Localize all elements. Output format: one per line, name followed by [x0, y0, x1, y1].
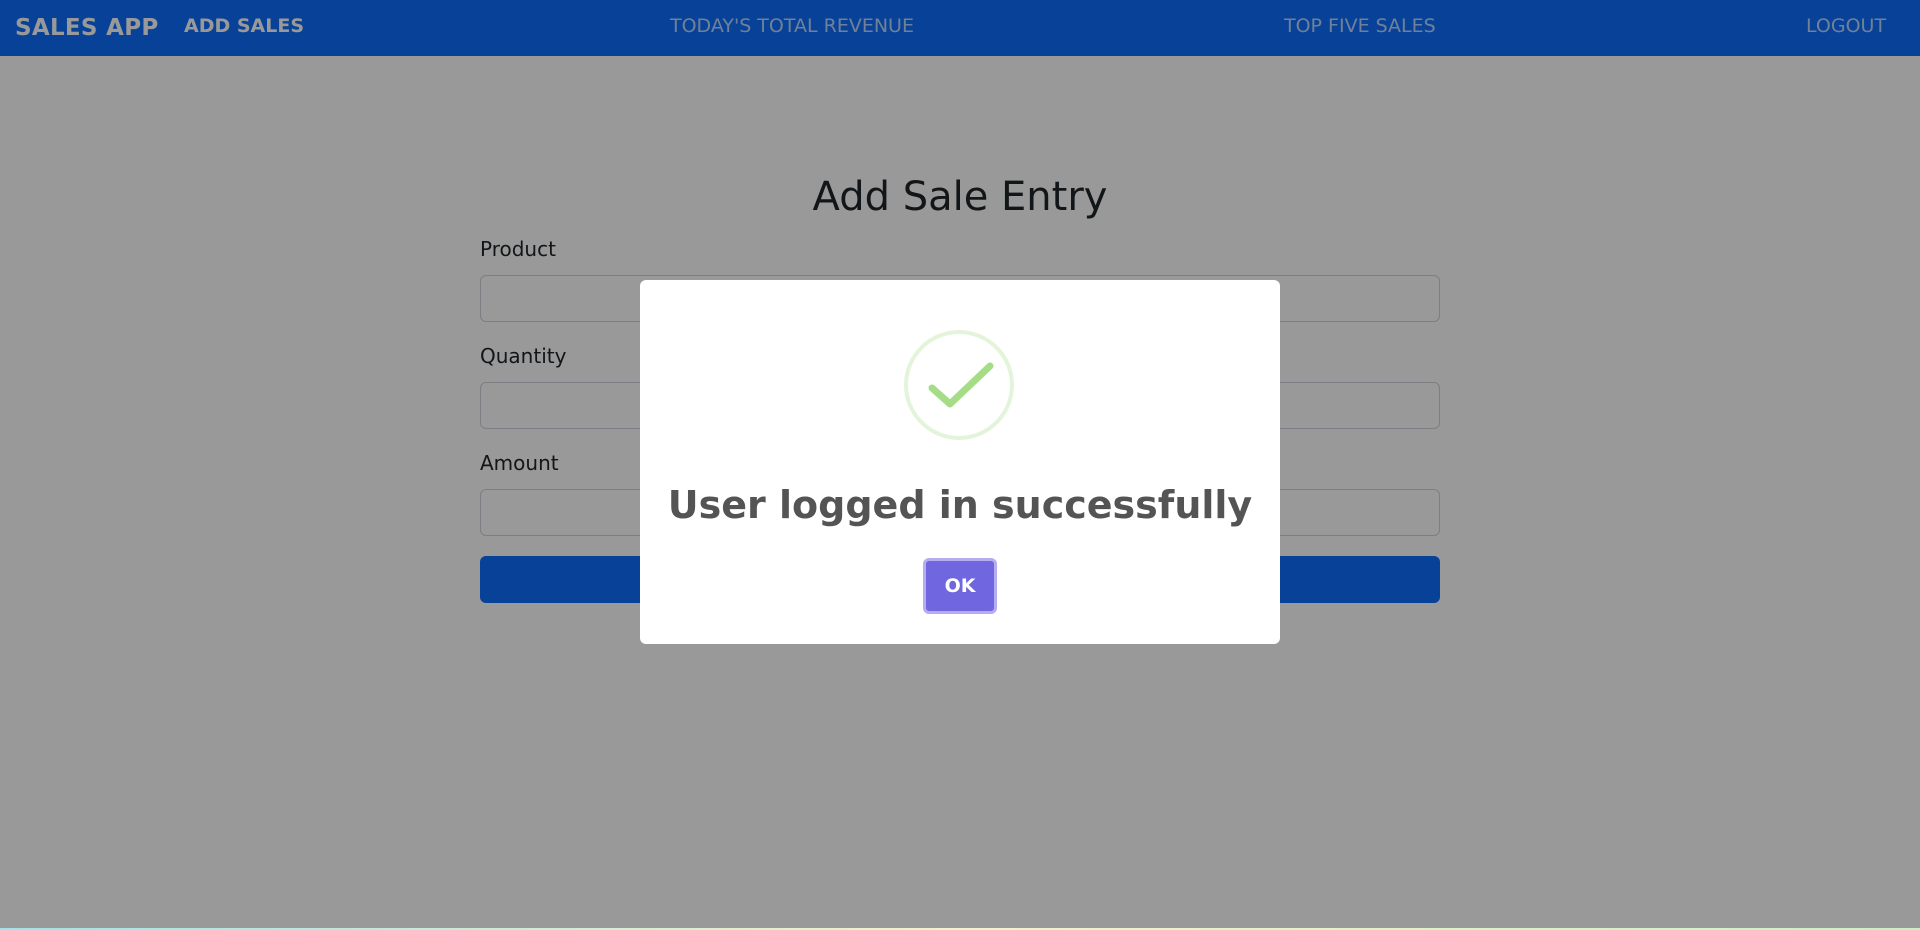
success-dialog: User logged in successfully OK	[640, 280, 1280, 644]
ok-button[interactable]: OK	[923, 558, 997, 614]
dialog-title: User logged in successfully	[667, 483, 1253, 527]
success-check-icon	[904, 330, 1014, 440]
